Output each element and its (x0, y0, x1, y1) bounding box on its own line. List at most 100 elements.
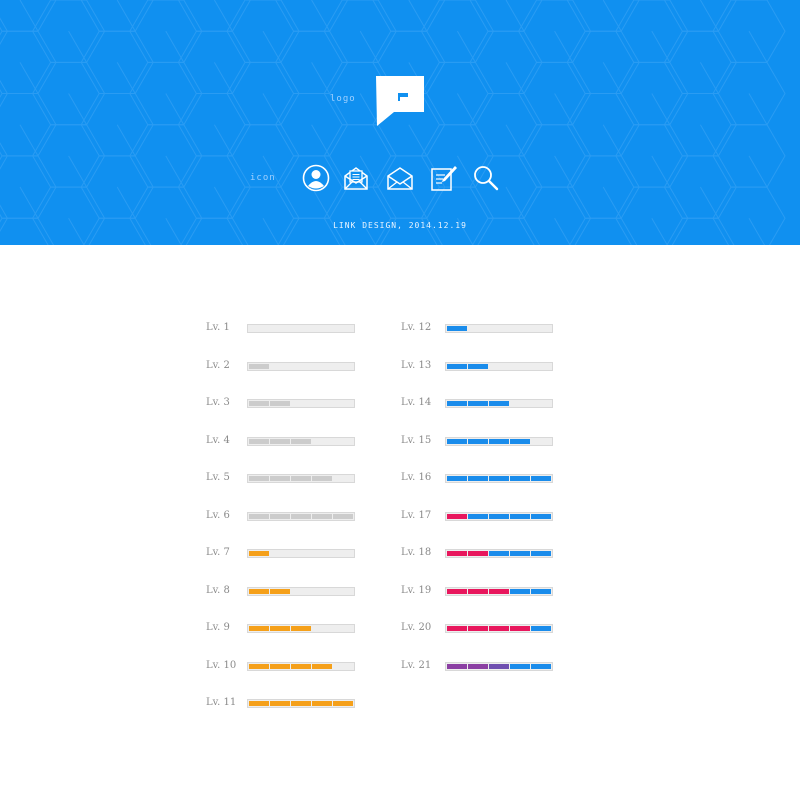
level-label: Lv. 16 (401, 472, 432, 483)
level-label: Lv. 20 (401, 622, 432, 633)
level-row: Lv. 3 (206, 396, 366, 410)
level-segment (489, 663, 509, 669)
level-segment (447, 438, 467, 444)
level-progress-bar (247, 474, 355, 483)
level-segment (468, 663, 488, 669)
level-progress-bar (445, 549, 553, 558)
level-segment (489, 626, 509, 631)
level-segment (312, 663, 332, 669)
level-segment (447, 663, 467, 669)
level-row: Lv. 19 (401, 584, 561, 598)
level-label: Lv. 13 (401, 359, 432, 371)
level-segment (468, 438, 488, 444)
level-row: Lv. 6 (206, 509, 366, 523)
level-segment (531, 513, 551, 519)
icon-label: icon (250, 173, 276, 183)
level-segment (249, 363, 269, 369)
level-progress-bar (247, 586, 355, 596)
level-segment (249, 401, 269, 406)
level-segment (510, 551, 530, 556)
brand-logo (376, 76, 424, 126)
level-progress-bar (247, 511, 355, 521)
level-segment (312, 513, 332, 519)
level-row: Lv. 11 (206, 696, 366, 710)
level-progress-bar (247, 399, 355, 408)
level-segment (468, 588, 488, 594)
level-label: Lv. 14 (401, 397, 432, 408)
level-segment (447, 588, 467, 594)
user-icon (302, 164, 330, 192)
level-segment (468, 626, 488, 631)
mail-open-icon (342, 164, 370, 192)
level-segment (468, 476, 488, 481)
header-banner: logo icon LINK DESIGN, 2014.12.19 (0, 0, 800, 245)
level-segment (489, 438, 509, 444)
level-progress-bar (247, 699, 355, 708)
level-segment (291, 626, 311, 631)
level-row: Lv. 5 (206, 471, 366, 485)
level-label: Lv. 11 (206, 697, 237, 708)
level-progress-bar (247, 549, 355, 558)
level-segment (510, 438, 530, 444)
level-segment (249, 476, 269, 481)
level-segment (447, 476, 467, 481)
level-row: Lv. 17 (401, 509, 561, 523)
level-segment (270, 701, 290, 706)
level-row: Lv. 13 (401, 359, 561, 373)
level-progress-bar (445, 586, 553, 596)
level-segment (249, 663, 269, 669)
level-segment (249, 438, 269, 444)
level-segment (333, 513, 353, 519)
level-label: Lv. 15 (401, 434, 432, 446)
level-progress-bar (445, 324, 553, 333)
level-label: Lv. 9 (206, 622, 230, 633)
level-row: Lv. 4 (206, 434, 366, 448)
level-segment (468, 513, 488, 519)
level-segment (531, 663, 551, 669)
level-row: Lv. 15 (401, 434, 561, 448)
level-segment (270, 401, 290, 406)
level-row: Lv. 21 (401, 659, 561, 673)
level-row: Lv. 10 (206, 659, 366, 673)
level-label: Lv. 19 (401, 584, 432, 596)
level-segment (489, 476, 509, 481)
level-label: Lv. 6 (206, 509, 230, 521)
level-segment (291, 438, 311, 444)
level-segment (333, 701, 353, 706)
level-label: Lv. 3 (206, 397, 230, 408)
level-segment (531, 476, 551, 481)
level-segment (468, 551, 488, 556)
level-progress-bar (247, 361, 355, 371)
level-segment (270, 663, 290, 669)
level-progress-bar (445, 436, 553, 446)
level-segment (531, 551, 551, 556)
level-segment (291, 663, 311, 669)
level-progress-bar (445, 399, 553, 408)
level-progress-bar (247, 324, 355, 333)
level-segment (468, 401, 488, 406)
level-segment (489, 588, 509, 594)
level-progress-bar (445, 661, 553, 671)
level-row: Lv. 12 (401, 321, 561, 335)
level-segment (291, 476, 311, 481)
level-segment (270, 476, 290, 481)
level-progress-bar (445, 511, 553, 521)
search-icon[interactable] (472, 164, 500, 192)
level-segment (249, 513, 269, 519)
level-segment (531, 588, 551, 594)
level-segment (510, 476, 530, 481)
level-segment (249, 701, 269, 706)
level-label: Lv. 5 (206, 472, 230, 483)
level-segment (489, 401, 509, 406)
credit-line: LINK DESIGN, 2014.12.19 (333, 221, 467, 230)
level-row: Lv. 9 (206, 621, 366, 635)
level-segment (447, 363, 467, 369)
level-segment (447, 626, 467, 631)
level-row: Lv. 8 (206, 584, 366, 598)
level-row: Lv. 20 (401, 621, 561, 635)
edit-icon (430, 164, 458, 192)
level-progress-bar (247, 436, 355, 446)
level-segment (447, 401, 467, 406)
level-label: Lv. 2 (206, 359, 230, 371)
level-label: Lv. 17 (401, 509, 432, 521)
